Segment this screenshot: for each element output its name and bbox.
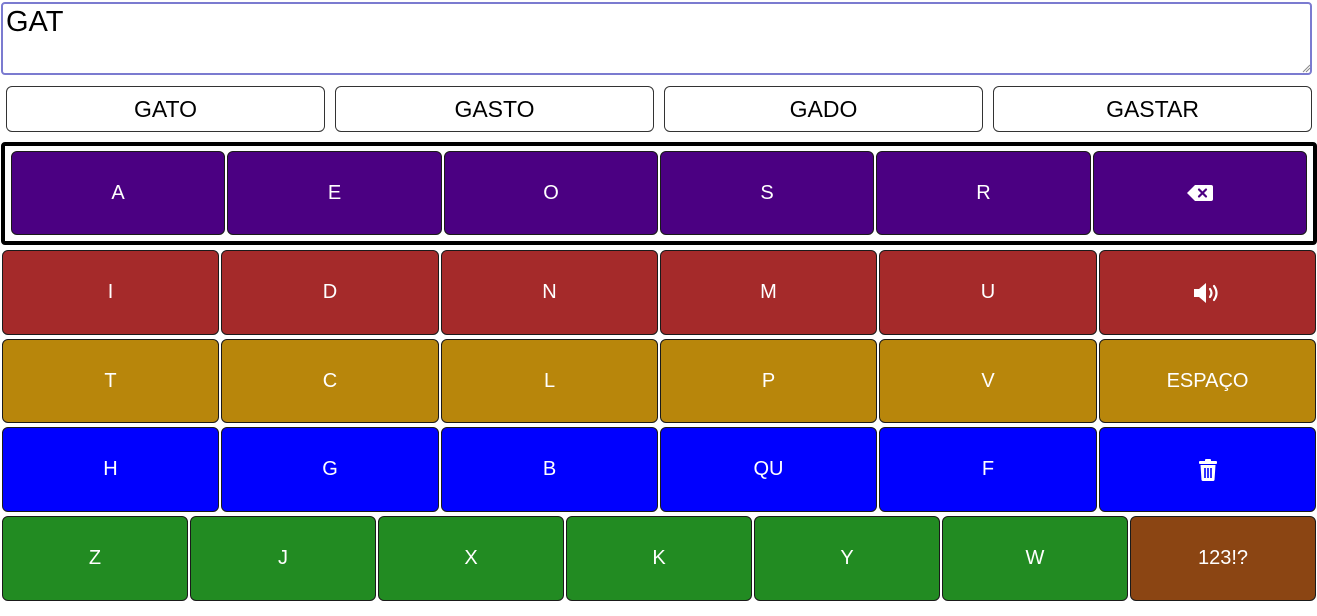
key-n[interactable]: N (441, 250, 658, 335)
key-r[interactable]: R (876, 151, 1091, 235)
key-z[interactable]: Z (2, 516, 188, 601)
backspace-key[interactable] (1093, 151, 1307, 235)
key-j[interactable]: J (190, 516, 376, 601)
key-v[interactable]: V (879, 339, 1097, 423)
key-c[interactable]: C (221, 339, 439, 423)
key-o[interactable]: O (444, 151, 658, 235)
key-x[interactable]: X (378, 516, 564, 601)
key-i[interactable]: I (2, 250, 219, 335)
key-a[interactable]: A (11, 151, 225, 235)
key-p[interactable]: P (660, 339, 877, 423)
key-h[interactable]: H (2, 427, 219, 512)
key-y[interactable]: Y (754, 516, 940, 601)
suggestion-button[interactable]: GASTO (335, 86, 654, 132)
suggestion-button[interactable]: GATO (6, 86, 325, 132)
key-s[interactable]: S (660, 151, 874, 235)
key-d[interactable]: D (221, 250, 439, 335)
speaker-icon (1193, 282, 1218, 303)
suggestion-button[interactable]: GASTAR (993, 86, 1312, 132)
key-e[interactable]: E (227, 151, 442, 235)
suggestion-button[interactable]: GADO (664, 86, 983, 132)
key-t[interactable]: T (2, 339, 219, 423)
key-b[interactable]: B (441, 427, 658, 512)
backspace-icon (1187, 185, 1213, 201)
speak-key[interactable] (1099, 250, 1316, 335)
resize-grip-icon[interactable] (1302, 64, 1311, 73)
key-qu[interactable]: QU (660, 427, 877, 512)
key-l[interactable]: L (441, 339, 658, 423)
key-w[interactable]: W (942, 516, 1128, 601)
key-k[interactable]: K (566, 516, 752, 601)
key-m[interactable]: M (660, 250, 877, 335)
key-u[interactable]: U (879, 250, 1097, 335)
text-input[interactable] (1, 2, 1312, 75)
space-key[interactable]: ESPAÇO (1099, 339, 1316, 423)
clear-key[interactable] (1099, 427, 1316, 512)
key-g[interactable]: G (221, 427, 439, 512)
trash-icon (1198, 458, 1217, 481)
key-f[interactable]: F (879, 427, 1097, 512)
numbers-symbols-key[interactable]: 123!? (1130, 516, 1316, 601)
